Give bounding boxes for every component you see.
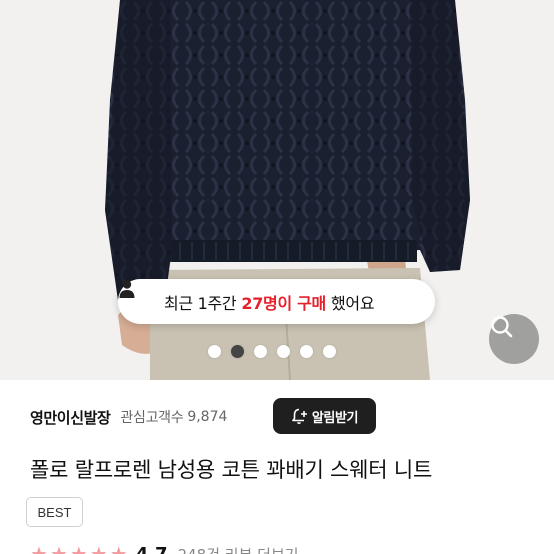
followers-label: 관심고객수 xyxy=(120,410,184,426)
purchase-suffix: 했어요 xyxy=(330,293,375,313)
image-search-button[interactable] xyxy=(489,314,539,364)
bell-plus-icon xyxy=(292,408,307,424)
store-row: 영만이신발장 관심고객수 9,874 xyxy=(30,402,227,432)
carousel-dot[interactable] xyxy=(254,344,267,358)
carousel-dot[interactable] xyxy=(277,344,290,358)
star-icon: ★ xyxy=(69,542,88,554)
carousel-dot[interactable] xyxy=(208,344,221,358)
star-icon: ★ xyxy=(30,542,48,554)
rating-value: 4.7 xyxy=(135,543,168,554)
best-badge: BEST xyxy=(26,497,83,527)
product-info: 영만이신발장 관심고객수 9,874 알림받기 폴로 랄프로렌 남성용 코튼 꽈… xyxy=(0,380,554,554)
store-name[interactable]: 영만이신발장 xyxy=(30,407,111,428)
person-icon xyxy=(119,280,158,312)
product-image[interactable]: 최근 1주간 27명이 구매 했어요 xyxy=(0,0,554,380)
followers-count: 9,874 xyxy=(187,409,228,425)
carousel-dot[interactable] xyxy=(323,344,336,358)
carousel-dot-active[interactable] xyxy=(231,344,244,358)
star-icon: ★ xyxy=(49,542,68,554)
carousel-indicator xyxy=(208,344,336,358)
alarm-button-label: 알림받기 xyxy=(311,410,359,426)
carousel-dot[interactable] xyxy=(300,344,313,358)
search-icon xyxy=(491,316,513,338)
recent-purchase-banner: 최근 1주간 27명이 구매 했어요 xyxy=(118,279,435,324)
alarm-subscribe-button[interactable]: 알림받기 xyxy=(273,398,376,434)
purchase-prefix: 최근 1주간 xyxy=(164,293,237,313)
rating-row[interactable]: ★ ★ ★ ★ ★ 4.7 248건 리뷰 더보기 xyxy=(30,543,299,554)
star-icon: ★ xyxy=(89,542,108,554)
purchase-highlight: 27명이 구매 xyxy=(241,293,326,313)
review-link[interactable]: 248건 리뷰 더보기 xyxy=(178,544,299,554)
star-icon: ★ xyxy=(109,542,128,554)
product-title: 폴로 랄프로렌 남성용 코튼 꽈배기 스웨터 니트 xyxy=(30,458,433,482)
